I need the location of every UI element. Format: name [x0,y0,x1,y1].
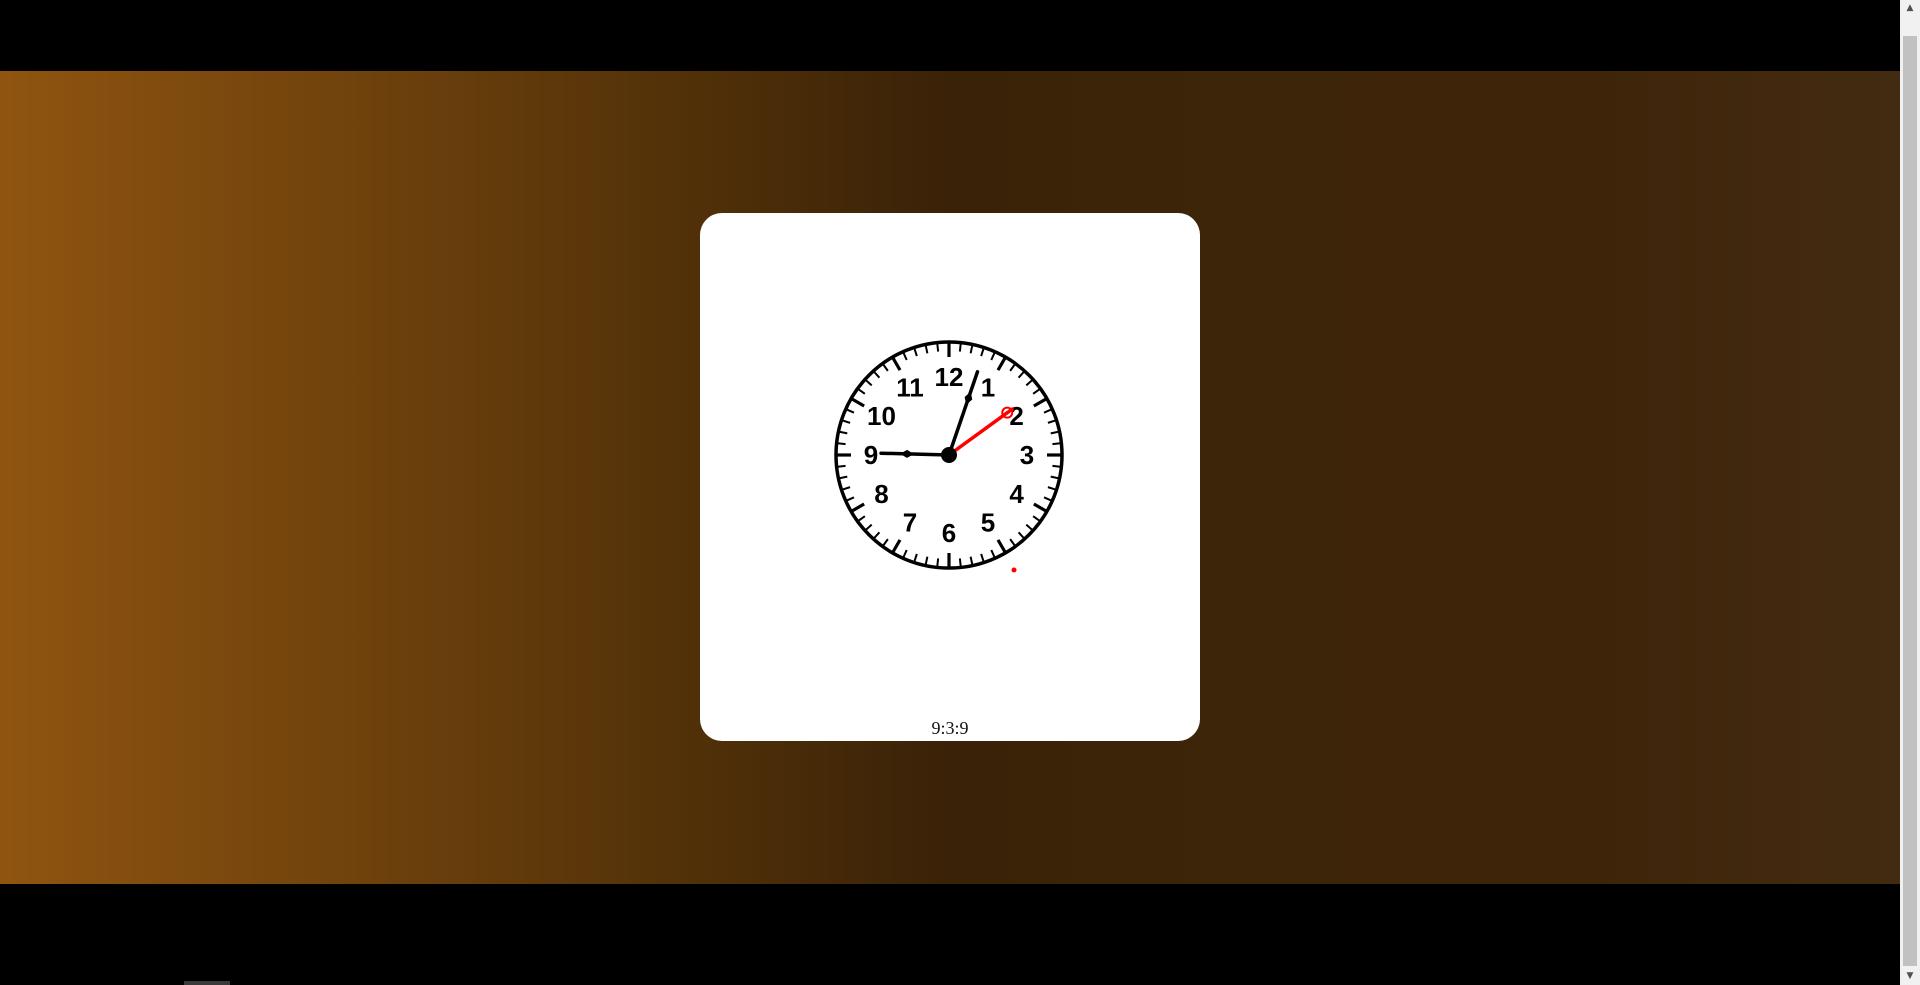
clock-numeral-4: 4 [1009,479,1024,509]
analog-clock: 12 1234567891011 [834,340,1064,573]
minute-tick [936,343,940,352]
clock-numeral-7: 7 [903,508,917,538]
minute-tick [958,343,962,352]
clock-numeral-9: 9 [864,440,878,470]
clock-numeral-5: 5 [981,508,995,538]
clock-numeral-11: 11 [896,372,924,402]
clock-center-pin [941,447,957,463]
clock-numeral-1: 1 [981,372,995,402]
vertical-scrollbar[interactable]: ▲ ▼ [1900,0,1920,985]
clock-face: 12 1234567891011 [834,340,1064,573]
clock-numeral-3: 3 [1020,440,1034,470]
browser-viewport: 12 1 2 3 4 5 6 7 8 9 10 11 9:3:9 [0,0,1900,985]
clock-numeral-12: 12 [935,362,964,392]
minute-tick [837,464,846,468]
minute-tick [936,558,940,567]
clock-numeral-10: 10 [867,401,896,431]
scroll-up-arrow-icon[interactable]: ▲ [1900,0,1920,17]
minute-tick [958,558,962,567]
horizontal-scrollbar-thumb[interactable] [184,981,230,985]
red-indicator-dot [1011,567,1017,573]
minute-tick [1052,464,1061,468]
minute-tick [1052,442,1061,446]
clock-numeral-8: 8 [874,479,888,509]
minute-tick [837,442,846,446]
scrollbar-thumb[interactable] [1903,36,1917,966]
scroll-down-arrow-icon[interactable]: ▼ [1900,968,1920,985]
hour-hand [879,451,951,457]
clock-numeral-6: 6 [942,518,956,548]
clock-card: 12 1 2 3 4 5 6 7 8 9 10 11 9:3:9 [700,213,1200,741]
digital-time-readout: 9:3:9 [931,718,969,738]
